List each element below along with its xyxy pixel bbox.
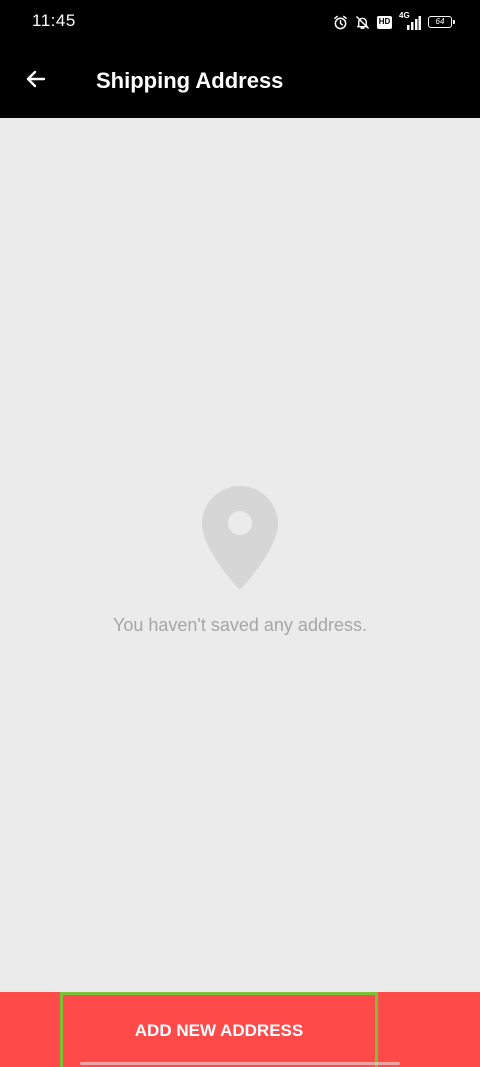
status-icons: HD 4G 64 [333,11,455,32]
hd-icon: HD [377,15,392,29]
arrow-left-icon [24,67,48,96]
back-button[interactable] [16,61,56,101]
app-bar: Shipping Address [0,44,480,118]
home-indicator [80,1062,400,1065]
alarm-icon [333,15,348,30]
signal-4g-icon: 4G [399,11,421,30]
battery-level: 64 [435,17,445,26]
battery-icon: 64 [428,16,455,28]
bell-off-icon [355,15,370,30]
location-pin-icon [200,484,280,592]
status-bar: 11:45 HD 4G 64 [0,0,480,44]
status-time: 11:45 [32,11,76,30]
empty-message: You haven't saved any address. [113,615,367,635]
add-new-address-button[interactable]: ADD NEW ADDRESS [60,992,378,1067]
page-title: Shipping Address [96,68,284,93]
empty-state: You haven't saved any address. [0,118,480,992]
